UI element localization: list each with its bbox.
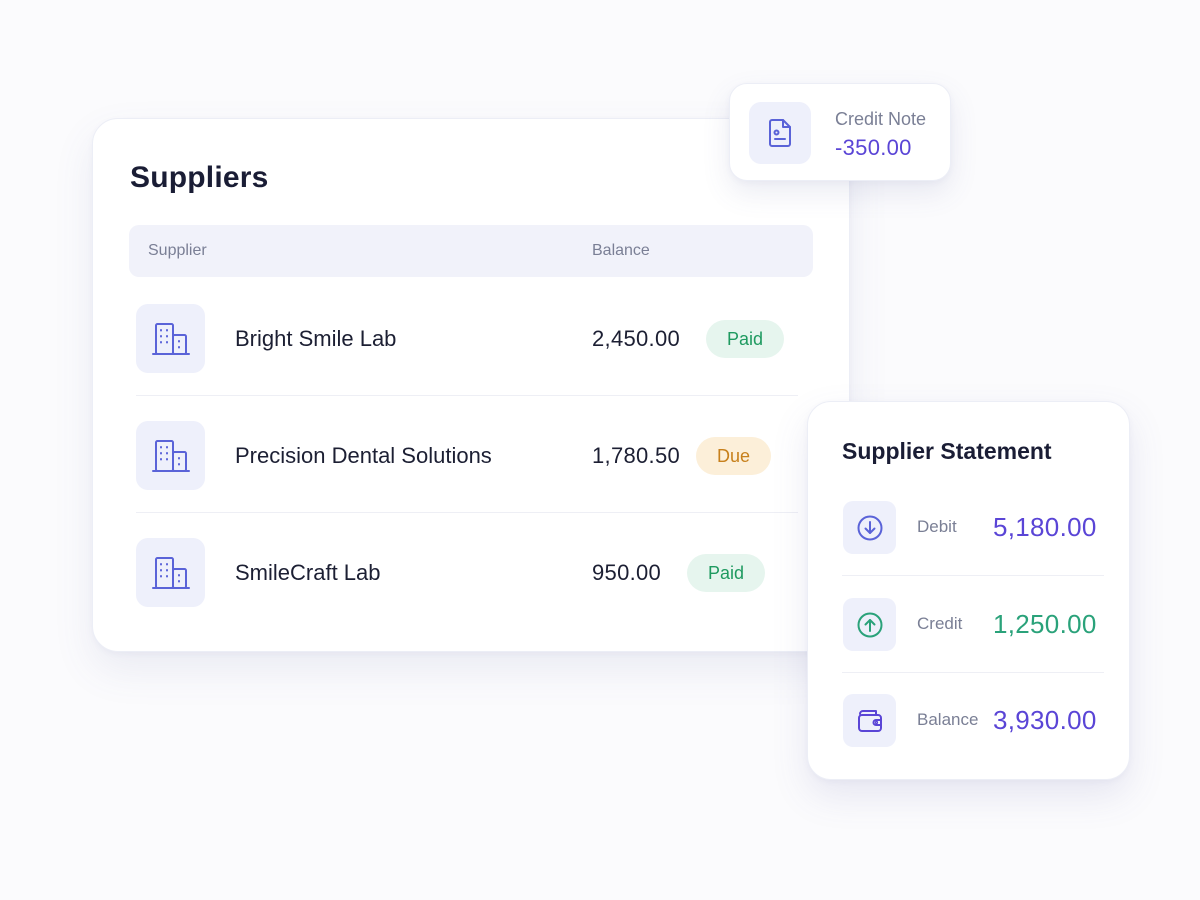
supplier-name[interactable]: SmileCraft Lab: [235, 560, 381, 586]
credit-note-value: -350.00: [835, 135, 912, 160]
document-icon: [749, 102, 811, 164]
statement-value-debit: 5,180.00: [993, 512, 1097, 542]
supplier-balance: 1,780.50: [592, 443, 681, 468]
credit-note-card[interactable]: Credit Note -350.00: [729, 83, 951, 181]
statement-value-balance: 3,930.00: [993, 705, 1097, 735]
supplier-name[interactable]: Precision Dental Solutions: [235, 443, 492, 469]
suppliers-table-header: Supplier Balance: [129, 225, 813, 277]
statement-title: Supplier Statement: [842, 438, 1052, 464]
statement-label: Debit: [917, 517, 957, 536]
arrow-down-circle-icon: [843, 501, 896, 554]
status-badge: Paid: [687, 554, 765, 592]
stage: Suppliers Supplier Balance Bright Smile …: [0, 0, 1200, 900]
status-badge: Due: [696, 437, 771, 475]
supplier-row[interactable]: Bright Smile Lab 2,450.00 Paid: [136, 279, 798, 396]
status-badge: Paid: [706, 320, 784, 358]
supplier-row[interactable]: Precision Dental Solutions 1,780.50 Due: [136, 396, 798, 513]
supplier-statement-card: Supplier Statement Debit 5,180.00 Credit…: [807, 401, 1130, 780]
building-icon: [136, 421, 205, 490]
building-icon: [136, 304, 205, 373]
arrow-up-circle-icon: [843, 598, 896, 651]
suppliers-card: Suppliers Supplier Balance Bright Smile …: [92, 118, 850, 652]
supplier-balance: 950.00: [592, 560, 662, 585]
column-header-supplier[interactable]: Supplier: [148, 242, 207, 260]
statement-row-debit[interactable]: Debit 5,180.00: [842, 479, 1104, 576]
statement-label: Credit: [917, 614, 963, 633]
supplier-name[interactable]: Bright Smile Lab: [235, 326, 396, 352]
statement-label: Balance: [917, 710, 979, 729]
statement-row-credit[interactable]: Credit 1,250.00: [842, 576, 1104, 673]
credit-note-label: Credit Note: [835, 109, 927, 129]
suppliers-title: Suppliers: [130, 161, 269, 194]
supplier-row[interactable]: SmileCraft Lab 950.00 Paid: [136, 513, 798, 630]
statement-row-balance[interactable]: Balance 3,930.00: [842, 672, 1104, 769]
column-header-balance[interactable]: Balance: [592, 242, 650, 260]
supplier-balance: 2,450.00: [592, 326, 681, 351]
wallet-icon: [843, 694, 896, 747]
building-icon: [136, 538, 205, 607]
statement-value-credit: 1,250.00: [993, 609, 1097, 639]
